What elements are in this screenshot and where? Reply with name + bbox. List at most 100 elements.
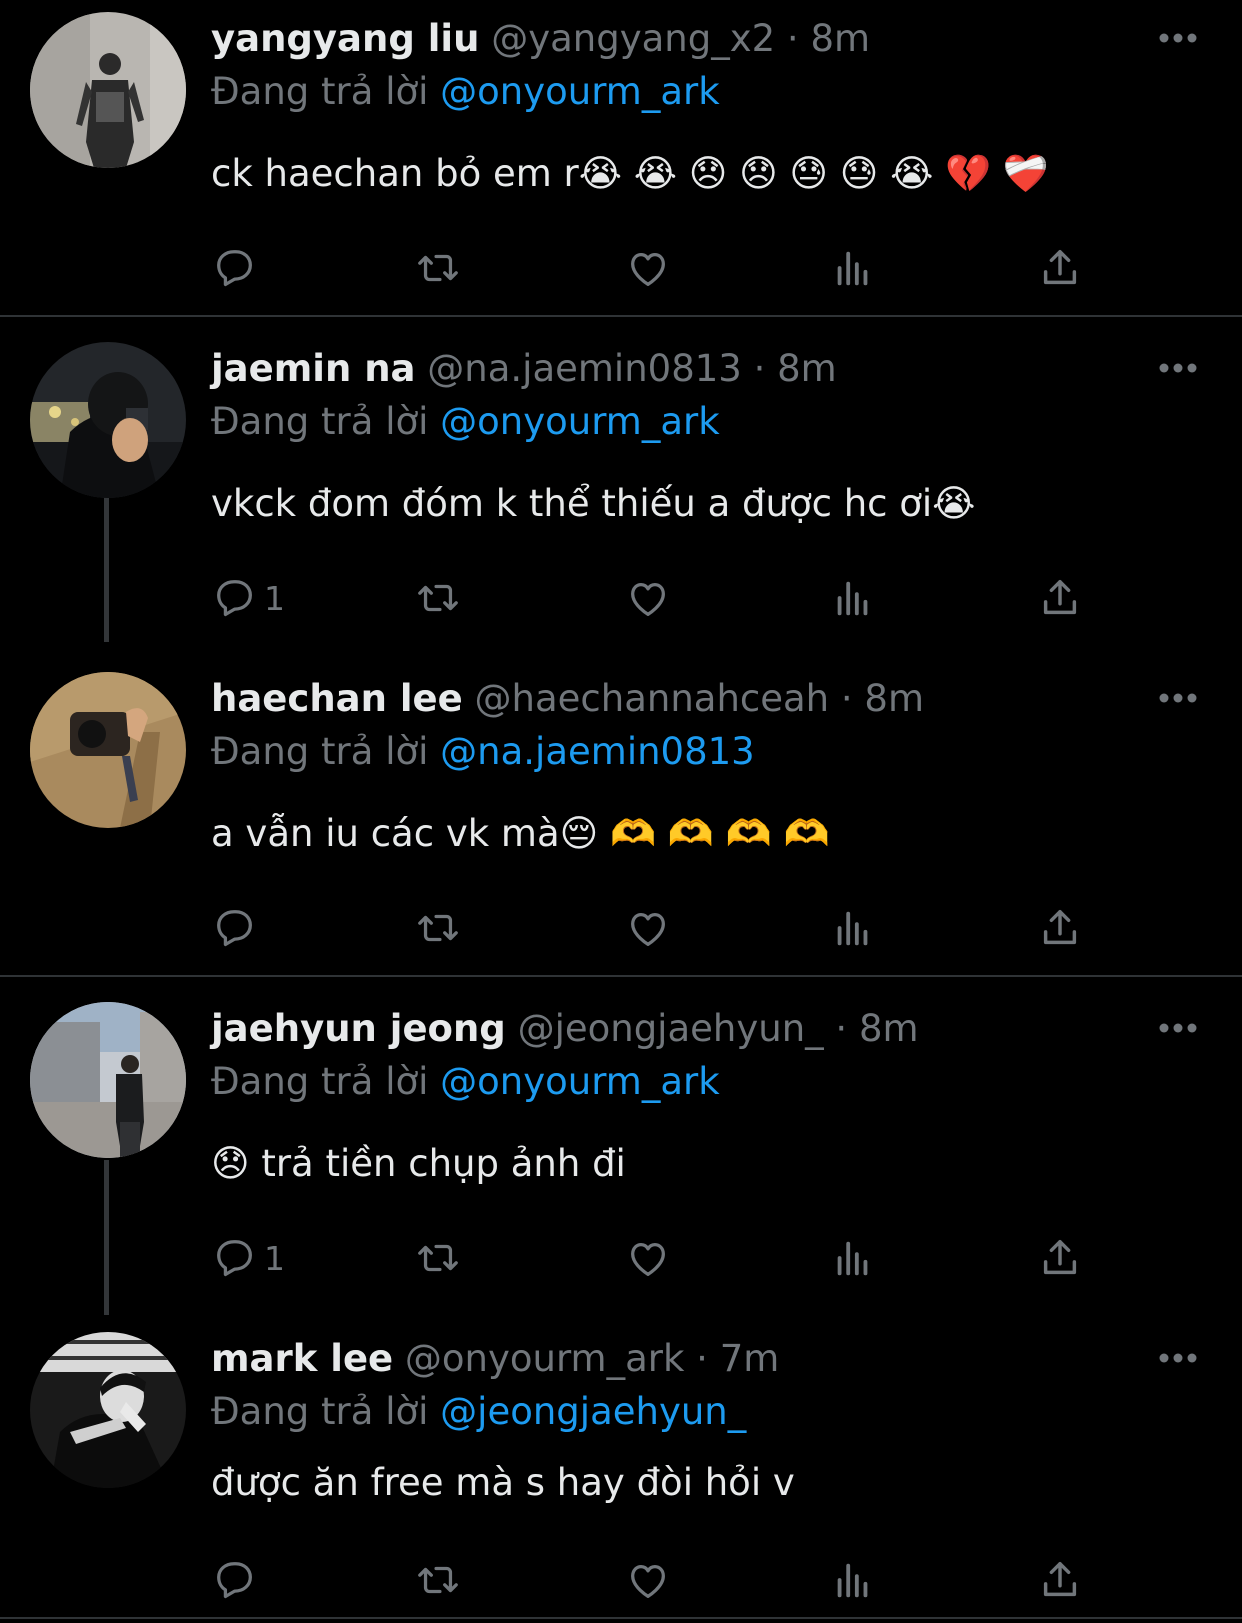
display-name[interactable]: jaemin na [211, 347, 416, 390]
share-icon [1043, 579, 1077, 615]
reply-icon [217, 1562, 252, 1599]
heart-icon [631, 252, 665, 286]
views-button[interactable] [830, 238, 876, 298]
replying-to: Đang trả lời @onyourm_ark [211, 1060, 720, 1104]
more-button[interactable] [1158, 1018, 1198, 1038]
share-button[interactable] [1037, 568, 1083, 628]
mention-link[interactable]: @onyourm_ark [440, 400, 720, 443]
share-button[interactable] [1037, 1228, 1083, 1288]
reply-button[interactable]: 1 [212, 1228, 285, 1288]
retweet-button[interactable] [415, 898, 461, 958]
mention-link[interactable]: @onyourm_ark [440, 1060, 720, 1103]
tweet-jaemin[interactable]: jaemin na @na.jaemin0813 · 8m Đang trả l… [0, 330, 1242, 650]
mention-link[interactable]: @jeongjaehyun_ [440, 1390, 746, 1433]
timestamp[interactable]: 7m [720, 1337, 780, 1380]
views-icon [837, 251, 868, 286]
avatar[interactable] [30, 672, 186, 828]
more-button[interactable] [1158, 28, 1198, 48]
like-button[interactable] [625, 898, 671, 958]
retweet-button[interactable] [415, 238, 461, 298]
share-icon [1043, 909, 1077, 945]
tweet-actions: 1 [0, 568, 1242, 628]
handle[interactable]: @na.jaemin0813 [427, 347, 742, 390]
tweet-header: jaehyun jeong @jeongjaehyun_ · 8m [211, 1007, 919, 1051]
timestamp[interactable]: 8m [859, 1007, 919, 1050]
handle[interactable]: @yangyang_x2 [491, 17, 775, 60]
more-button[interactable] [1158, 1348, 1198, 1368]
handle[interactable]: @haechannahceah [475, 677, 830, 720]
share-button[interactable] [1037, 898, 1083, 958]
tweet-text: 😞 trả tiền chụp ảnh đi [211, 1142, 626, 1185]
views-icon [837, 581, 868, 616]
views-button[interactable] [830, 568, 876, 628]
reply-button[interactable] [212, 1550, 264, 1610]
tweet-jaehyun[interactable]: jaehyun jeong @jeongjaehyun_ · 8m Đang t… [0, 990, 1242, 1310]
mention-link[interactable]: @onyourm_ark [440, 70, 720, 113]
reply-icon [217, 910, 252, 947]
like-button[interactable] [625, 238, 671, 298]
replying-to-label: Đang trả lời [211, 1390, 429, 1433]
share-button[interactable] [1037, 1550, 1083, 1610]
reply-button[interactable]: 1 [212, 568, 285, 628]
retweet-button[interactable] [415, 568, 461, 628]
more-icon [1159, 33, 1197, 43]
share-icon [1043, 249, 1077, 285]
heart-icon [631, 1564, 665, 1598]
tweet-divider [0, 315, 1242, 317]
tweet-yangyang[interactable]: yangyang liu @yangyang_x2 · 8m Đang trả … [0, 0, 1242, 315]
avatar[interactable] [30, 12, 186, 168]
reply-count: 1 [264, 578, 285, 618]
views-button[interactable] [830, 898, 876, 958]
dot-separator: · [753, 347, 766, 390]
dot-separator: · [696, 1337, 708, 1380]
tweet-header: yangyang liu @yangyang_x2 · 8m [211, 17, 870, 61]
avatar[interactable] [30, 1002, 186, 1158]
views-button[interactable] [830, 1228, 876, 1288]
dot-separator: · [840, 677, 853, 720]
reply-button[interactable] [212, 238, 264, 298]
tweet-text: ck haechan bỏ em r😭 😭 😞 😞 😓 😓 😭 💔 ❤️‍🩹 [211, 152, 1049, 195]
timestamp[interactable]: 8m [864, 677, 924, 720]
tweet-actions [0, 1550, 1242, 1610]
handle[interactable]: @onyourm_ark [405, 1337, 685, 1380]
share-icon [1043, 1561, 1077, 1597]
tweet-divider [0, 975, 1242, 977]
reply-button[interactable] [212, 898, 264, 958]
retweet-button[interactable] [415, 1228, 461, 1288]
tweet-header: jaemin na @na.jaemin0813 · 8m [211, 347, 837, 391]
more-icon [1159, 363, 1197, 373]
replying-to-label: Đang trả lời [211, 730, 429, 773]
replying-to-label: Đang trả lời [211, 400, 429, 443]
heart-icon [631, 912, 665, 946]
replying-to-label: Đang trả lời [211, 70, 429, 113]
handle[interactable]: @jeongjaehyun_ [518, 1007, 824, 1050]
more-button[interactable] [1158, 358, 1198, 378]
display-name[interactable]: yangyang liu [211, 17, 479, 60]
share-icon [1043, 1239, 1077, 1275]
display-name[interactable]: mark lee [211, 1337, 393, 1380]
tweet-haechan[interactable]: haechan lee @haechannahceah · 8m Đang tr… [0, 660, 1242, 975]
more-icon [1159, 693, 1197, 703]
tweet-actions [0, 898, 1242, 958]
timestamp[interactable]: 8m [777, 347, 837, 390]
heart-icon [631, 582, 665, 616]
like-button[interactable] [625, 1550, 671, 1610]
tweet-actions [0, 238, 1242, 298]
tweet-header: haechan lee @haechannahceah · 8m [211, 677, 924, 721]
more-button[interactable] [1158, 688, 1198, 708]
retweet-button[interactable] [415, 1550, 461, 1610]
more-icon [1159, 1023, 1197, 1033]
like-button[interactable] [625, 568, 671, 628]
views-button[interactable] [830, 1550, 876, 1610]
timestamp[interactable]: 8m [810, 17, 870, 60]
avatar[interactable] [30, 1332, 186, 1488]
reply-icon [217, 1240, 252, 1277]
display-name[interactable]: haechan lee [211, 677, 463, 720]
display-name[interactable]: jaehyun jeong [211, 1007, 506, 1050]
like-button[interactable] [625, 1228, 671, 1288]
mention-link[interactable]: @na.jaemin0813 [440, 730, 755, 773]
share-button[interactable] [1037, 238, 1083, 298]
tweet-actions: 1 [0, 1228, 1242, 1288]
avatar[interactable] [30, 342, 186, 498]
tweet-mark[interactable]: mark lee @onyourm_ark · 7m Đang trả lời … [0, 1320, 1242, 1617]
